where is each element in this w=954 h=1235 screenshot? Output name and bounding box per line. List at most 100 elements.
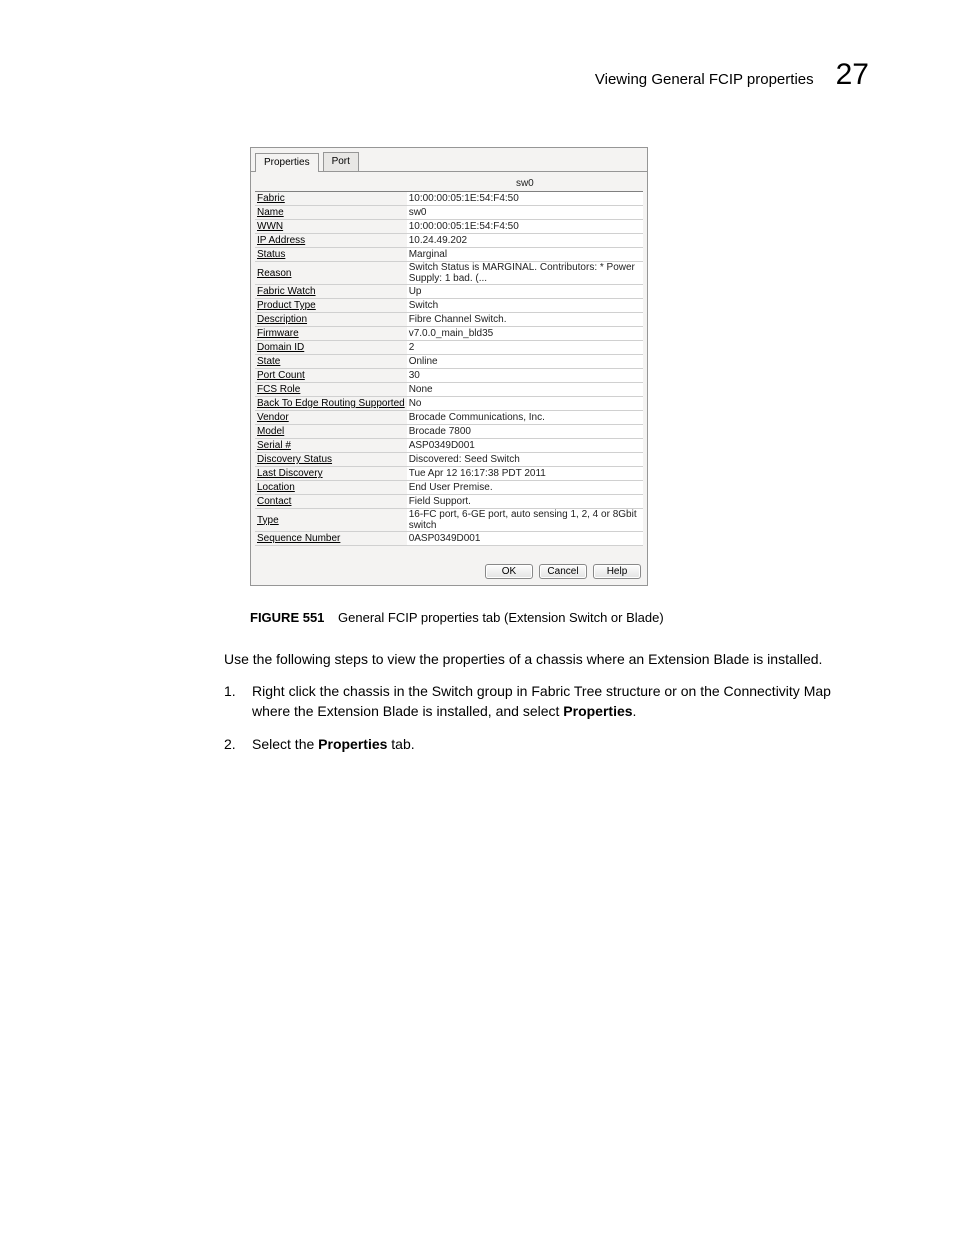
prop-label[interactable]: IP Address: [255, 234, 407, 248]
table-row: ModelBrocade 7800: [255, 425, 643, 439]
table-row: Domain ID2: [255, 341, 643, 355]
prop-label[interactable]: Name: [255, 206, 407, 220]
properties-table: sw0 Fabric10:00:00:05:1E:54:F4:50 Namesw…: [255, 176, 643, 546]
prop-value: 10:00:00:05:1E:54:F4:50: [407, 220, 643, 234]
prop-value: Discovered: Seed Switch: [407, 453, 643, 467]
prop-value: 2: [407, 341, 643, 355]
prop-value: End User Premise.: [407, 481, 643, 495]
table-row: Product TypeSwitch: [255, 299, 643, 313]
prop-label[interactable]: Model: [255, 425, 407, 439]
prop-value: 10:00:00:05:1E:54:F4:50: [407, 192, 643, 206]
prop-value: Switch Status is MARGINAL. Contributors:…: [407, 262, 643, 285]
prop-label[interactable]: WWN: [255, 220, 407, 234]
prop-value: Field Support.: [407, 495, 643, 509]
prop-label[interactable]: Type: [255, 509, 407, 532]
prop-label[interactable]: Fabric Watch: [255, 285, 407, 299]
text-span: tab.: [387, 736, 414, 752]
prop-value: Marginal: [407, 248, 643, 262]
prop-label[interactable]: Description: [255, 313, 407, 327]
list-text: Right click the chassis in the Switch gr…: [252, 682, 870, 721]
table-row: DescriptionFibre Channel Switch.: [255, 313, 643, 327]
prop-value: Fibre Channel Switch.: [407, 313, 643, 327]
page-number: 27: [836, 58, 869, 92]
figure-number: FIGURE 551: [250, 610, 324, 625]
bold-text: Properties: [563, 703, 632, 719]
prop-label[interactable]: State: [255, 355, 407, 369]
prop-label[interactable]: FCS Role: [255, 383, 407, 397]
figure-text: General FCIP properties tab (Extension S…: [338, 610, 664, 625]
prop-value: Tue Apr 12 16:17:38 PDT 2011: [407, 467, 643, 481]
table-row: Namesw0: [255, 206, 643, 220]
text-span: .: [633, 703, 637, 719]
prop-label[interactable]: Discovery Status: [255, 453, 407, 467]
table-column-header: sw0: [255, 176, 643, 192]
tab-properties[interactable]: Properties: [255, 153, 319, 172]
prop-label[interactable]: Vendor: [255, 411, 407, 425]
table-row: Back To Edge Routing SupportedNo: [255, 397, 643, 411]
prop-value: v7.0.0_main_bld35: [407, 327, 643, 341]
prop-label[interactable]: Product Type: [255, 299, 407, 313]
prop-value: 16-FC port, 6-GE port, auto sensing 1, 2…: [407, 509, 643, 532]
cancel-button[interactable]: Cancel: [539, 564, 587, 579]
prop-value: None: [407, 383, 643, 397]
table-row: VendorBrocade Communications, Inc.: [255, 411, 643, 425]
prop-value: Up: [407, 285, 643, 299]
list-text: Select the Properties tab.: [252, 735, 870, 755]
table-row: Port Count30: [255, 369, 643, 383]
table-row: LocationEnd User Premise.: [255, 481, 643, 495]
prop-value: No: [407, 397, 643, 411]
prop-value: 30: [407, 369, 643, 383]
list-item: 1. Right click the chassis in the Switch…: [224, 682, 870, 721]
page-header: Viewing General FCIP properties 27: [595, 58, 869, 92]
prop-label[interactable]: Sequence Number: [255, 532, 407, 546]
table-row: Firmwarev7.0.0_main_bld35: [255, 327, 643, 341]
header-title: Viewing General FCIP properties: [595, 71, 814, 88]
prop-label[interactable]: Reason: [255, 262, 407, 285]
bold-text: Properties: [318, 736, 387, 752]
table-row: WWN10:00:00:05:1E:54:F4:50: [255, 220, 643, 234]
prop-label[interactable]: Serial #: [255, 439, 407, 453]
figure-caption: FIGURE 551 General FCIP properties tab (…: [250, 610, 664, 625]
prop-value: Online: [407, 355, 643, 369]
column-header-sw0[interactable]: sw0: [407, 176, 643, 192]
prop-value: Brocade 7800: [407, 425, 643, 439]
ordered-list: 1. Right click the chassis in the Switch…: [224, 682, 870, 769]
ok-button[interactable]: OK: [485, 564, 533, 579]
prop-label[interactable]: Back To Edge Routing Supported: [255, 397, 407, 411]
dialog-button-bar: OK Cancel Help: [485, 564, 641, 579]
table-row: Type16-FC port, 6-GE port, auto sensing …: [255, 509, 643, 532]
prop-label[interactable]: Port Count: [255, 369, 407, 383]
prop-value: Switch: [407, 299, 643, 313]
table-row: ContactField Support.: [255, 495, 643, 509]
prop-label[interactable]: Firmware: [255, 327, 407, 341]
list-item: 2. Select the Properties tab.: [224, 735, 870, 755]
text-span: Right click the chassis in the Switch gr…: [252, 683, 831, 719]
prop-label[interactable]: Location: [255, 481, 407, 495]
table-row: FCS RoleNone: [255, 383, 643, 397]
prop-value: Brocade Communications, Inc.: [407, 411, 643, 425]
prop-label[interactable]: Contact: [255, 495, 407, 509]
table-row: Discovery StatusDiscovered: Seed Switch: [255, 453, 643, 467]
properties-dialog: Properties Port sw0 Fabric10:00:00:05:1E…: [250, 147, 648, 586]
prop-value: ASP0349D001: [407, 439, 643, 453]
text-span: Select the: [252, 736, 318, 752]
prop-value: 0ASP0349D001: [407, 532, 643, 546]
table-row: StatusMarginal: [255, 248, 643, 262]
table-row: Fabric WatchUp: [255, 285, 643, 299]
list-number: 2.: [224, 735, 252, 755]
help-button[interactable]: Help: [593, 564, 641, 579]
table-row: StateOnline: [255, 355, 643, 369]
table-row: ReasonSwitch Status is MARGINAL. Contrib…: [255, 262, 643, 285]
tab-port[interactable]: Port: [323, 152, 359, 171]
table-row: IP Address10.24.49.202: [255, 234, 643, 248]
list-number: 1.: [224, 682, 252, 721]
table-row: Last DiscoveryTue Apr 12 16:17:38 PDT 20…: [255, 467, 643, 481]
body-paragraph: Use the following steps to view the prop…: [224, 650, 870, 669]
prop-label[interactable]: Fabric: [255, 192, 407, 206]
table-row: Fabric10:00:00:05:1E:54:F4:50: [255, 192, 643, 206]
prop-value: 10.24.49.202: [407, 234, 643, 248]
prop-label[interactable]: Domain ID: [255, 341, 407, 355]
table-row: Serial #ASP0349D001: [255, 439, 643, 453]
prop-label[interactable]: Last Discovery: [255, 467, 407, 481]
prop-label[interactable]: Status: [255, 248, 407, 262]
